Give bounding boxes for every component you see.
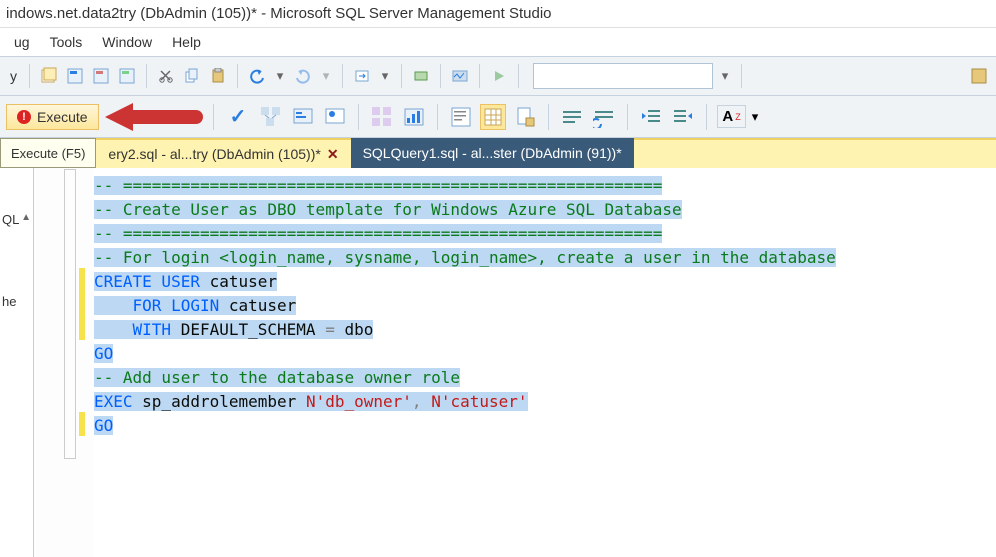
code-line: -- =====================================… [94, 224, 662, 243]
font-size-box[interactable]: A Z [717, 105, 745, 128]
undo-dropdown[interactable]: ▾ [272, 65, 288, 87]
font-a: A [722, 108, 733, 125]
client-stats-icon[interactable] [401, 104, 427, 130]
new-project-icon[interactable] [38, 65, 60, 87]
tab-active-label: ery2.sql - al...try (DbAdmin (105))* [108, 146, 320, 162]
analysis-query-icon[interactable] [116, 65, 138, 87]
sql-editor[interactable]: -- =====================================… [94, 168, 996, 557]
code-token: WITH [94, 320, 171, 339]
tooltip-text: Execute (F5) [11, 146, 85, 161]
font-z: Z [735, 112, 741, 122]
editor-margin [34, 168, 94, 557]
tab-inactive[interactable]: SQLQuery1.sql - al...ster (DbAdmin (91))… [351, 138, 634, 168]
parse-check-icon[interactable]: ✓ [224, 104, 253, 129]
toolbar-primary: y ▾ ▾ ▾ ▾ [0, 56, 996, 96]
tab-active[interactable]: ery2.sql - al...try (DbAdmin (105))* ✕ [96, 138, 350, 168]
execute-bang-icon: ! [17, 110, 31, 124]
close-icon[interactable]: ✕ [327, 146, 339, 163]
code-line: -- For login <login_name, sysname, login… [94, 248, 836, 267]
uncomment-icon[interactable] [591, 104, 617, 130]
results-text-icon[interactable] [448, 104, 474, 130]
execute-button[interactable]: ! Execute [6, 104, 99, 130]
object-explorer-pane[interactable]: QL ▲ he [0, 168, 34, 557]
code-line: -- Add user to the database owner role [94, 368, 460, 387]
indent-decrease-icon[interactable] [638, 104, 664, 130]
title-bar: indows.net.data2try (DbAdmin (105))* - M… [0, 0, 996, 28]
navigate-dropdown[interactable]: ▾ [377, 65, 393, 87]
window-title: indows.net.data2try (DbAdmin (105))* - M… [6, 5, 552, 22]
intellisense-icon[interactable] [322, 104, 348, 130]
chevron-up-icon: ▲ [21, 212, 31, 223]
code-token: N'db_owner' [306, 392, 412, 411]
code-token: catuser [200, 272, 277, 291]
undo-icon[interactable] [246, 65, 268, 87]
query-options-icon[interactable] [290, 104, 316, 130]
cut-icon[interactable] [155, 65, 177, 87]
code-token: dbo [335, 320, 374, 339]
menu-bar: ug Tools Window Help [0, 28, 996, 56]
comment-icon[interactable] [559, 104, 585, 130]
results-file-icon[interactable] [512, 104, 538, 130]
server-query-icon[interactable] [90, 65, 112, 87]
execute-label: Execute [37, 109, 88, 125]
tab-inactive-label: SQLQuery1.sql - al...ster (DbAdmin (91))… [363, 145, 622, 161]
outline-expander[interactable] [64, 169, 76, 459]
code-token [296, 392, 306, 411]
options-icon[interactable] [968, 65, 990, 87]
find-combo-dropdown[interactable]: ▾ [717, 65, 733, 87]
code-token: USER [152, 272, 200, 291]
toolbar-leading-text: y [6, 68, 21, 84]
paste-icon[interactable] [207, 65, 229, 87]
code-token: DEFAULT_SCHEMA [171, 320, 316, 339]
code-line: GO [94, 344, 113, 363]
code-token [316, 320, 326, 339]
find-combo[interactable] [533, 63, 713, 89]
code-token: N'catuser' [431, 392, 527, 411]
add-query-icon[interactable] [64, 65, 86, 87]
estimated-plan-icon[interactable] [258, 104, 284, 130]
menu-tools[interactable]: Tools [42, 30, 91, 54]
code-token: LOGIN [161, 296, 219, 315]
left-he-text: he [2, 294, 16, 309]
code-line: GO [94, 416, 113, 435]
content-row: QL ▲ he -- =============================… [0, 168, 996, 557]
annotation-arrow [105, 103, 203, 131]
play-icon[interactable] [488, 65, 510, 87]
code-line: -- =====================================… [94, 176, 662, 195]
code-token: , [412, 392, 422, 411]
code-token: CREATE [94, 272, 152, 291]
menu-help[interactable]: Help [164, 30, 209, 54]
toolbar-query: ! Execute ✓ A Z ▾ [0, 96, 996, 138]
navigate-icon[interactable] [351, 65, 373, 87]
registered-servers-icon[interactable] [410, 65, 432, 87]
redo-dropdown[interactable]: ▾ [318, 65, 334, 87]
code-token: catuser [219, 296, 296, 315]
code-token: = [325, 320, 335, 339]
tabs-row: Execute (F5) ery2.sql - al...try (DbAdmi… [0, 138, 996, 168]
change-marker-2 [79, 412, 85, 436]
font-dropdown[interactable]: ▾ [752, 109, 759, 125]
change-marker-1 [79, 268, 85, 340]
code-token: FOR [94, 296, 161, 315]
menu-partial-ug[interactable]: ug [6, 30, 38, 54]
code-token [422, 392, 432, 411]
activity-monitor-icon[interactable] [449, 65, 471, 87]
results-grid-icon[interactable] [480, 104, 506, 130]
include-plan-icon[interactable] [369, 104, 395, 130]
code-token: EXEC [94, 392, 133, 411]
execute-tooltip: Execute (F5) [0, 138, 96, 168]
left-sql-text: QL [2, 212, 19, 227]
code-token: sp_addrolemember [133, 392, 297, 411]
copy-icon[interactable] [181, 65, 203, 87]
menu-window[interactable]: Window [94, 30, 160, 54]
redo-icon[interactable] [292, 65, 314, 87]
indent-increase-icon[interactable] [670, 104, 696, 130]
code-line: -- Create User as DBO template for Windo… [94, 200, 682, 219]
